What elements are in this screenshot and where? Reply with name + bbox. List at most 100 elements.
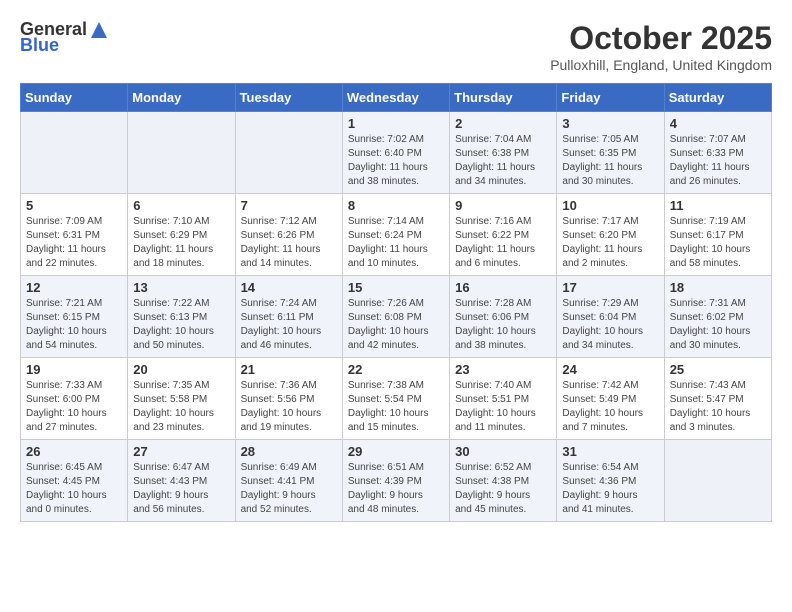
calendar-table: SundayMondayTuesdayWednesdayThursdayFrid… bbox=[20, 83, 772, 522]
day-number: 1 bbox=[348, 116, 444, 131]
day-info: Sunrise: 7:35 AM Sunset: 5:58 PM Dayligh… bbox=[133, 379, 229, 435]
calendar-cell: 2 Sunrise: 7:04 AM Sunset: 6:38 PM Daylig… bbox=[450, 112, 557, 194]
day-number: 20 bbox=[133, 362, 229, 377]
calendar-cell bbox=[128, 112, 235, 194]
calendar-cell: 28 Sunrise: 6:49 AM Sunset: 4:41 PM Dayli… bbox=[235, 440, 342, 522]
calendar-cell: 11 Sunrise: 7:19 AM Sunset: 6:17 PM Dayli… bbox=[664, 194, 771, 276]
day-number: 4 bbox=[670, 116, 766, 131]
day-info: Sunrise: 7:10 AM Sunset: 6:29 PM Dayligh… bbox=[133, 215, 229, 271]
day-number: 31 bbox=[562, 444, 658, 459]
calendar-week-3: 12 Sunrise: 7:21 AM Sunset: 6:15 PM Dayli… bbox=[21, 276, 772, 358]
calendar-cell: 17 Sunrise: 7:29 AM Sunset: 6:04 PM Dayli… bbox=[557, 276, 664, 358]
day-number: 8 bbox=[348, 198, 444, 213]
calendar-cell: 16 Sunrise: 7:28 AM Sunset: 6:06 PM Dayli… bbox=[450, 276, 557, 358]
calendar-cell: 18Sunrise: 7:31 AM Sunset: 6:02 PM Dayli… bbox=[664, 276, 771, 358]
day-number: 26 bbox=[26, 444, 122, 459]
calendar-cell bbox=[235, 112, 342, 194]
calendar-cell: 8 Sunrise: 7:14 AM Sunset: 6:24 PM Daylig… bbox=[342, 194, 449, 276]
day-info: Sunrise: 7:40 AM Sunset: 5:51 PM Dayligh… bbox=[455, 379, 551, 435]
day-number: 12 bbox=[26, 280, 122, 295]
day-info: Sunrise: 7:09 AM Sunset: 6:31 PM Dayligh… bbox=[26, 215, 122, 271]
calendar-cell: 4 Sunrise: 7:07 AM Sunset: 6:33 PM Daylig… bbox=[664, 112, 771, 194]
day-info: Sunrise: 7:33 AM Sunset: 6:00 PM Dayligh… bbox=[26, 379, 122, 435]
day-info: Sunrise: 7:17 AM Sunset: 6:20 PM Dayligh… bbox=[562, 215, 658, 271]
day-number: 6 bbox=[133, 198, 229, 213]
day-number: 10 bbox=[562, 198, 658, 213]
day-number: 3 bbox=[562, 116, 658, 131]
day-number: 5 bbox=[26, 198, 122, 213]
day-info: Sunrise: 7:14 AM Sunset: 6:24 PM Dayligh… bbox=[348, 215, 444, 271]
weekday-header-sunday: Sunday bbox=[21, 84, 128, 112]
day-number: 21 bbox=[241, 362, 337, 377]
day-number: 29 bbox=[348, 444, 444, 459]
calendar-cell: 29 Sunrise: 6:51 AM Sunset: 4:39 PM Dayli… bbox=[342, 440, 449, 522]
calendar-cell: 7Sunrise: 7:12 AM Sunset: 6:26 PM Daylig… bbox=[235, 194, 342, 276]
weekday-header-monday: Monday bbox=[128, 84, 235, 112]
day-number: 11 bbox=[670, 198, 766, 213]
day-info: Sunrise: 7:36 AM Sunset: 5:56 PM Dayligh… bbox=[241, 379, 337, 435]
day-number: 28 bbox=[241, 444, 337, 459]
logo: General Blue bbox=[20, 20, 111, 56]
day-info: Sunrise: 7:42 AM Sunset: 5:49 PM Dayligh… bbox=[562, 379, 658, 435]
calendar-cell: 22 Sunrise: 7:38 AM Sunset: 5:54 PM Dayli… bbox=[342, 358, 449, 440]
day-info: Sunrise: 7:22 AM Sunset: 6:13 PM Dayligh… bbox=[133, 297, 229, 353]
calendar-cell bbox=[664, 440, 771, 522]
day-info: Sunrise: 7:26 AM Sunset: 6:08 PM Dayligh… bbox=[348, 297, 444, 353]
calendar-header-row: SundayMondayTuesdayWednesdayThursdayFrid… bbox=[21, 84, 772, 112]
calendar-cell: 9Sunrise: 7:16 AM Sunset: 6:22 PM Daylig… bbox=[450, 194, 557, 276]
day-info: Sunrise: 7:19 AM Sunset: 6:17 PM Dayligh… bbox=[670, 215, 766, 271]
day-number: 25 bbox=[670, 362, 766, 377]
day-info: Sunrise: 6:47 AM Sunset: 4:43 PM Dayligh… bbox=[133, 461, 229, 517]
day-number: 22 bbox=[348, 362, 444, 377]
day-number: 13 bbox=[133, 280, 229, 295]
day-info: Sunrise: 7:29 AM Sunset: 6:04 PM Dayligh… bbox=[562, 297, 658, 353]
day-info: Sunrise: 6:54 AM Sunset: 4:36 PM Dayligh… bbox=[562, 461, 658, 517]
weekday-header-friday: Friday bbox=[557, 84, 664, 112]
day-info: Sunrise: 6:49 AM Sunset: 4:41 PM Dayligh… bbox=[241, 461, 337, 517]
calendar-cell: 31 Sunrise: 6:54 AM Sunset: 4:36 PM Dayli… bbox=[557, 440, 664, 522]
day-number: 7 bbox=[241, 198, 337, 213]
day-info: Sunrise: 7:28 AM Sunset: 6:06 PM Dayligh… bbox=[455, 297, 551, 353]
calendar-cell: 3 Sunrise: 7:05 AM Sunset: 6:35 PM Daylig… bbox=[557, 112, 664, 194]
weekday-header-thursday: Thursday bbox=[450, 84, 557, 112]
logo-blue: Blue bbox=[20, 35, 59, 55]
calendar-cell: 12 Sunrise: 7:21 AM Sunset: 6:15 PM Dayli… bbox=[21, 276, 128, 358]
calendar-cell: 24Sunrise: 7:42 AM Sunset: 5:49 PM Dayli… bbox=[557, 358, 664, 440]
day-info: Sunrise: 7:24 AM Sunset: 6:11 PM Dayligh… bbox=[241, 297, 337, 353]
day-info: Sunrise: 7:38 AM Sunset: 5:54 PM Dayligh… bbox=[348, 379, 444, 435]
day-number: 14 bbox=[241, 280, 337, 295]
day-info: Sunrise: 7:43 AM Sunset: 5:47 PM Dayligh… bbox=[670, 379, 766, 435]
calendar-cell: 21 Sunrise: 7:36 AM Sunset: 5:56 PM Dayli… bbox=[235, 358, 342, 440]
day-number: 23 bbox=[455, 362, 551, 377]
day-number: 30 bbox=[455, 444, 551, 459]
weekday-header-tuesday: Tuesday bbox=[235, 84, 342, 112]
calendar-week-4: 19Sunrise: 7:33 AM Sunset: 6:00 PM Dayli… bbox=[21, 358, 772, 440]
day-number: 17 bbox=[562, 280, 658, 295]
day-number: 16 bbox=[455, 280, 551, 295]
weekday-header-saturday: Saturday bbox=[664, 84, 771, 112]
calendar-week-2: 5 Sunrise: 7:09 AM Sunset: 6:31 PM Daylig… bbox=[21, 194, 772, 276]
day-info: Sunrise: 7:07 AM Sunset: 6:33 PM Dayligh… bbox=[670, 133, 766, 189]
calendar-cell: 15Sunrise: 7:26 AM Sunset: 6:08 PM Dayli… bbox=[342, 276, 449, 358]
calendar-cell: 1 Sunrise: 7:02 AM Sunset: 6:40 PM Daylig… bbox=[342, 112, 449, 194]
day-info: Sunrise: 7:16 AM Sunset: 6:22 PM Dayligh… bbox=[455, 215, 551, 271]
day-info: Sunrise: 6:51 AM Sunset: 4:39 PM Dayligh… bbox=[348, 461, 444, 517]
day-info: Sunrise: 7:02 AM Sunset: 6:40 PM Dayligh… bbox=[348, 133, 444, 189]
calendar-cell: 20 Sunrise: 7:35 AM Sunset: 5:58 PM Dayli… bbox=[128, 358, 235, 440]
day-number: 2 bbox=[455, 116, 551, 131]
calendar-week-1: 1 Sunrise: 7:02 AM Sunset: 6:40 PM Daylig… bbox=[21, 112, 772, 194]
day-info: Sunrise: 7:05 AM Sunset: 6:35 PM Dayligh… bbox=[562, 133, 658, 189]
calendar-cell: 19Sunrise: 7:33 AM Sunset: 6:00 PM Dayli… bbox=[21, 358, 128, 440]
weekday-header-wednesday: Wednesday bbox=[342, 84, 449, 112]
location-subtitle: Pulloxhill, England, United Kingdom bbox=[550, 57, 772, 73]
day-info: Sunrise: 7:04 AM Sunset: 6:38 PM Dayligh… bbox=[455, 133, 551, 189]
month-title: October 2025 bbox=[550, 20, 772, 57]
day-info: Sunrise: 7:21 AM Sunset: 6:15 PM Dayligh… bbox=[26, 297, 122, 353]
calendar-cell: 5 Sunrise: 7:09 AM Sunset: 6:31 PM Daylig… bbox=[21, 194, 128, 276]
day-number: 18 bbox=[670, 280, 766, 295]
day-info: Sunrise: 6:52 AM Sunset: 4:38 PM Dayligh… bbox=[455, 461, 551, 517]
calendar-week-5: 26Sunrise: 6:45 AM Sunset: 4:45 PM Dayli… bbox=[21, 440, 772, 522]
calendar-cell: 13 Sunrise: 7:22 AM Sunset: 6:13 PM Dayli… bbox=[128, 276, 235, 358]
calendar-cell: 10 Sunrise: 7:17 AM Sunset: 6:20 PM Dayli… bbox=[557, 194, 664, 276]
calendar-cell: 14 Sunrise: 7:24 AM Sunset: 6:11 PM Dayli… bbox=[235, 276, 342, 358]
